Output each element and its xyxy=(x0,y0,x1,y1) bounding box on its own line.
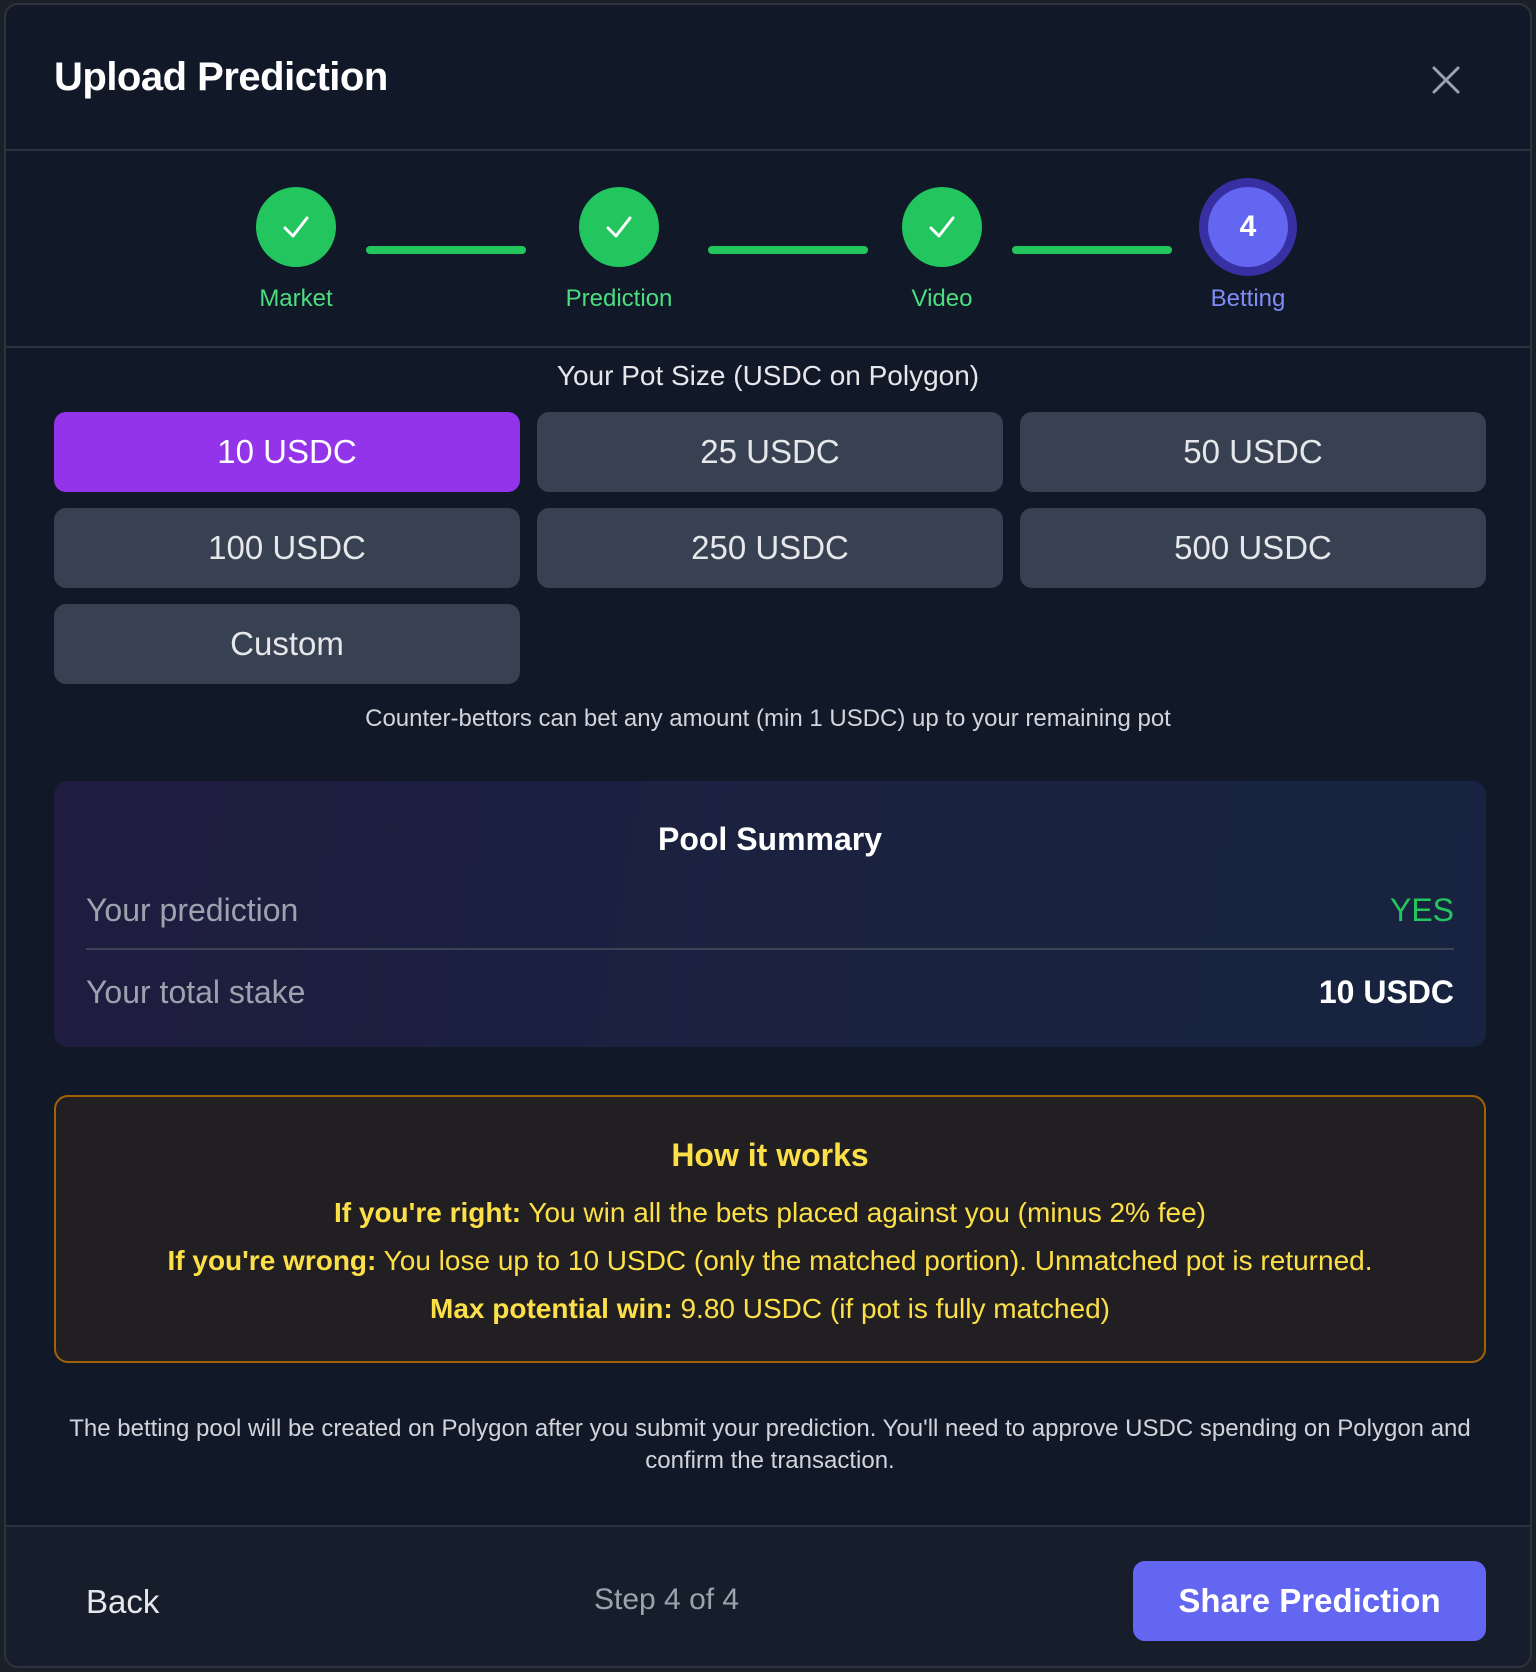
prediction-row: Your prediction YES xyxy=(86,892,1454,942)
prediction-value: YES xyxy=(1389,892,1454,928)
step-label: Video xyxy=(911,285,973,312)
step-number: 4 xyxy=(1208,187,1288,267)
share-prediction-button[interactable]: Share Prediction xyxy=(1133,1561,1486,1641)
step-indicator: Step 4 of 4 xyxy=(594,1583,740,1616)
amount-option-100[interactable]: 100 USDC xyxy=(54,508,520,588)
wrong-label: If you're wrong: xyxy=(167,1245,377,1276)
wrong-text: You lose up to 10 USDC (only the matched… xyxy=(376,1245,1373,1276)
amount-option-500[interactable]: 500 USDC xyxy=(1020,508,1486,588)
max-win-text: 9.80 USDC (if pot is fully matched) xyxy=(672,1293,1110,1324)
modal-title: Upload Prediction xyxy=(54,55,388,99)
upload-prediction-modal: Upload Prediction Market Prediction Vide… xyxy=(4,3,1532,1668)
stake-value: 10 USDC xyxy=(1318,974,1454,1010)
polygon-footnote: The betting pool will be created on Poly… xyxy=(69,1415,1471,1474)
back-button[interactable]: Back xyxy=(86,1583,159,1621)
right-label: If you're right: xyxy=(334,1197,522,1228)
stepper: Market Prediction Video 4 Betting xyxy=(6,153,1530,348)
pool-summary: Pool Summary Your prediction YES Your to… xyxy=(54,781,1486,1047)
amount-option-250[interactable]: 250 USDC xyxy=(537,508,1003,588)
step-label: Market xyxy=(259,285,333,312)
amount-option-25[interactable]: 25 USDC xyxy=(537,412,1003,492)
pot-size-label: Your Pot Size (USDC on Polygon) xyxy=(556,360,980,391)
divider xyxy=(86,948,1454,950)
right-line: If you're right: You win all the bets pl… xyxy=(56,1197,1484,1229)
check-icon xyxy=(902,187,982,267)
amount-option-custom[interactable]: Custom xyxy=(54,604,520,684)
right-text: You win all the bets placed against you … xyxy=(521,1197,1206,1228)
stake-label: Your total stake xyxy=(86,974,306,1010)
step-market: Market xyxy=(176,187,416,313)
check-icon xyxy=(579,187,659,267)
step-video: Video xyxy=(822,187,1062,313)
step-prediction: Prediction xyxy=(499,187,739,313)
wrong-line: If you're wrong: You lose up to 10 USDC … xyxy=(56,1245,1484,1277)
max-win-line: Max potential win: 9.80 USDC (if pot is … xyxy=(56,1293,1484,1325)
amount-option-50[interactable]: 50 USDC xyxy=(1020,412,1486,492)
step-label: Prediction xyxy=(565,285,673,312)
close-icon[interactable] xyxy=(1426,60,1466,100)
stake-row: Your total stake 10 USDC xyxy=(86,974,1454,1024)
step-label: Betting xyxy=(1210,285,1286,312)
amount-option-10[interactable]: 10 USDC xyxy=(54,412,520,492)
max-win-label: Max potential win: xyxy=(430,1293,673,1324)
step-betting: 4 Betting xyxy=(1128,187,1368,313)
prediction-label: Your prediction xyxy=(86,892,299,928)
pool-summary-title: Pool Summary xyxy=(657,821,883,857)
how-it-works-panel: How it works If you're right: You win al… xyxy=(54,1095,1486,1363)
modal-footer: Back Step 4 of 4 Share Prediction xyxy=(6,1525,1530,1666)
check-icon xyxy=(256,187,336,267)
how-it-works-title: How it works xyxy=(671,1137,869,1173)
modal-header: Upload Prediction xyxy=(6,5,1530,151)
counter-bet-note: Counter-bettors can bet any amount (min … xyxy=(365,705,1171,732)
